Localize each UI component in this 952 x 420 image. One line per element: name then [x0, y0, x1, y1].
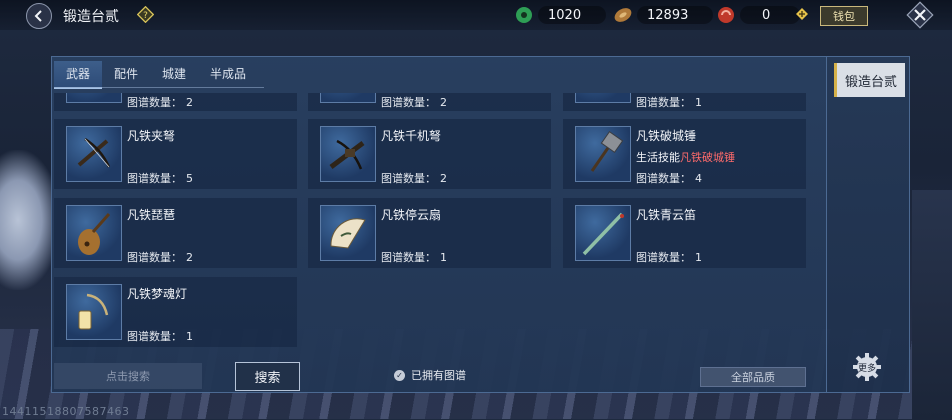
tab-accessories[interactable]: 配件: [102, 61, 150, 87]
weapon-icon: [320, 93, 376, 103]
search-button[interactable]: 搜索: [235, 362, 300, 391]
weapon-icon: [575, 93, 631, 103]
plus-icon[interactable]: [796, 8, 808, 20]
quality-filter[interactable]: 全部品质: [700, 367, 806, 387]
tab-divider: [54, 87, 264, 88]
resource-token: 0: [716, 5, 800, 25]
search-input[interactable]: 点击搜索: [54, 363, 202, 389]
recipe-grid[interactable]: 图谱数量： 2 图谱数量： 2 图谱数量： 1 凡铁夹弩 图谱数量： 5 凡铁千机弩 图…: [52, 93, 826, 351]
help-icon[interactable]: ?: [137, 6, 154, 23]
recipe-panel: 武器 配件 城建 半成品 图谱数量： 2 图谱数量： 2 图谱数量： 1 凡铁夹弩 图…: [51, 56, 827, 393]
resource-jade: 1020: [514, 5, 606, 25]
recipe-card[interactable]: 图谱数量： 2: [54, 93, 297, 111]
skill-requirement: 生活技能凡铁破城锤: [636, 151, 735, 164]
repeating-crossbow-icon: [320, 126, 376, 182]
recipe-card-repeating-crossbow[interactable]: 凡铁千机弩 图谱数量： 2: [308, 119, 551, 189]
back-button[interactable]: [26, 3, 52, 29]
jade-coin-icon: [516, 7, 532, 23]
side-panel: 锻造台贰: [826, 56, 910, 393]
owned-recipes-toggle[interactable]: ✓ 已拥有图谱: [394, 367, 466, 383]
close-icon[interactable]: [906, 1, 934, 29]
weapon-icon: [66, 93, 122, 103]
tab-weapons[interactable]: 武器: [54, 61, 103, 89]
wallet-button[interactable]: 钱包: [820, 6, 868, 26]
tab-semi-finished[interactable]: 半成品: [198, 61, 258, 87]
recipe-card-fan[interactable]: 凡铁停云扇 图谱数量： 1: [308, 198, 551, 268]
page-title: 锻造台贰: [63, 9, 119, 25]
top-bar: 锻造台贰 ? 1020 12893 0 钱包: [0, 0, 952, 30]
recipe-card-lantern[interactable]: 凡铁梦魂灯 图谱数量： 1: [54, 277, 297, 347]
recipe-card-war-hammer[interactable]: 凡铁破城锤 生活技能凡铁破城锤 图谱数量： 4: [563, 119, 806, 189]
side-tab-forge[interactable]: 锻造台贰: [834, 63, 905, 97]
check-icon: ✓: [394, 369, 405, 381]
recipe-card[interactable]: 图谱数量： 2: [308, 93, 551, 111]
category-tabs: 武器 配件 城建 半成品: [54, 61, 258, 89]
flute-icon: [575, 205, 631, 261]
pipa-icon: [66, 205, 122, 261]
red-token-icon: [718, 7, 734, 23]
recipe-card[interactable]: 图谱数量： 1: [563, 93, 806, 111]
recipe-card-flute[interactable]: 凡铁青云笛 图谱数量： 1: [563, 198, 806, 268]
recipe-card-crossbow[interactable]: 凡铁夹弩 图谱数量： 5: [54, 119, 297, 189]
copper-coin-icon: [614, 8, 632, 22]
gear-icon[interactable]: 更多: [852, 352, 882, 382]
svg-text:?: ?: [143, 11, 148, 21]
lantern-icon: [66, 284, 122, 340]
crossbow-icon: [66, 126, 122, 182]
recipe-card-pipa[interactable]: 凡铁琵琶 图谱数量： 2: [54, 198, 297, 268]
user-id: 14411518807587463: [2, 405, 130, 418]
war-hammer-icon: [575, 126, 631, 182]
tab-construction[interactable]: 城建: [150, 61, 198, 87]
svg-text:更多: 更多: [858, 362, 876, 374]
fan-icon: [320, 205, 376, 261]
resource-copper: 12893: [613, 5, 713, 25]
background-pillar: [912, 190, 952, 420]
chevron-left-icon: [34, 10, 42, 22]
